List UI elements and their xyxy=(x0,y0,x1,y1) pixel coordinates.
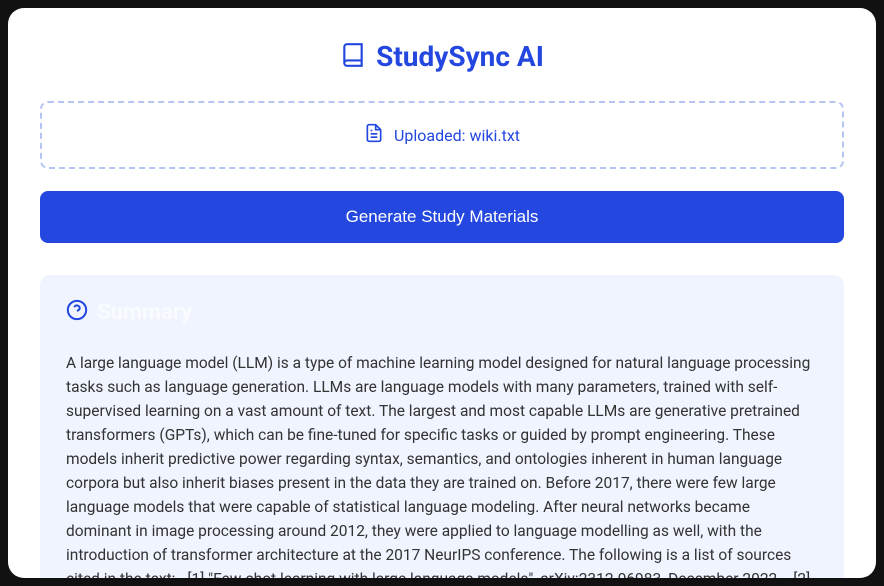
upload-zone[interactable]: Uploaded: wiki.txt xyxy=(40,101,844,169)
file-text-icon xyxy=(364,123,384,147)
summary-header: Summary xyxy=(66,299,818,325)
book-icon xyxy=(340,42,366,72)
app-container: StudySync AI Uploaded: wiki.txt Generate… xyxy=(8,8,876,578)
summary-body: A large language model (LLM) is a type o… xyxy=(66,351,818,578)
summary-panel: Summary A large language model (LLM) is … xyxy=(40,275,844,578)
app-title: StudySync AI xyxy=(376,40,544,73)
app-header: StudySync AI xyxy=(40,40,844,73)
generate-button[interactable]: Generate Study Materials xyxy=(40,191,844,243)
help-circle-icon xyxy=(66,299,88,325)
upload-label: Uploaded: wiki.txt xyxy=(394,126,520,145)
summary-heading: Summary xyxy=(97,300,192,325)
